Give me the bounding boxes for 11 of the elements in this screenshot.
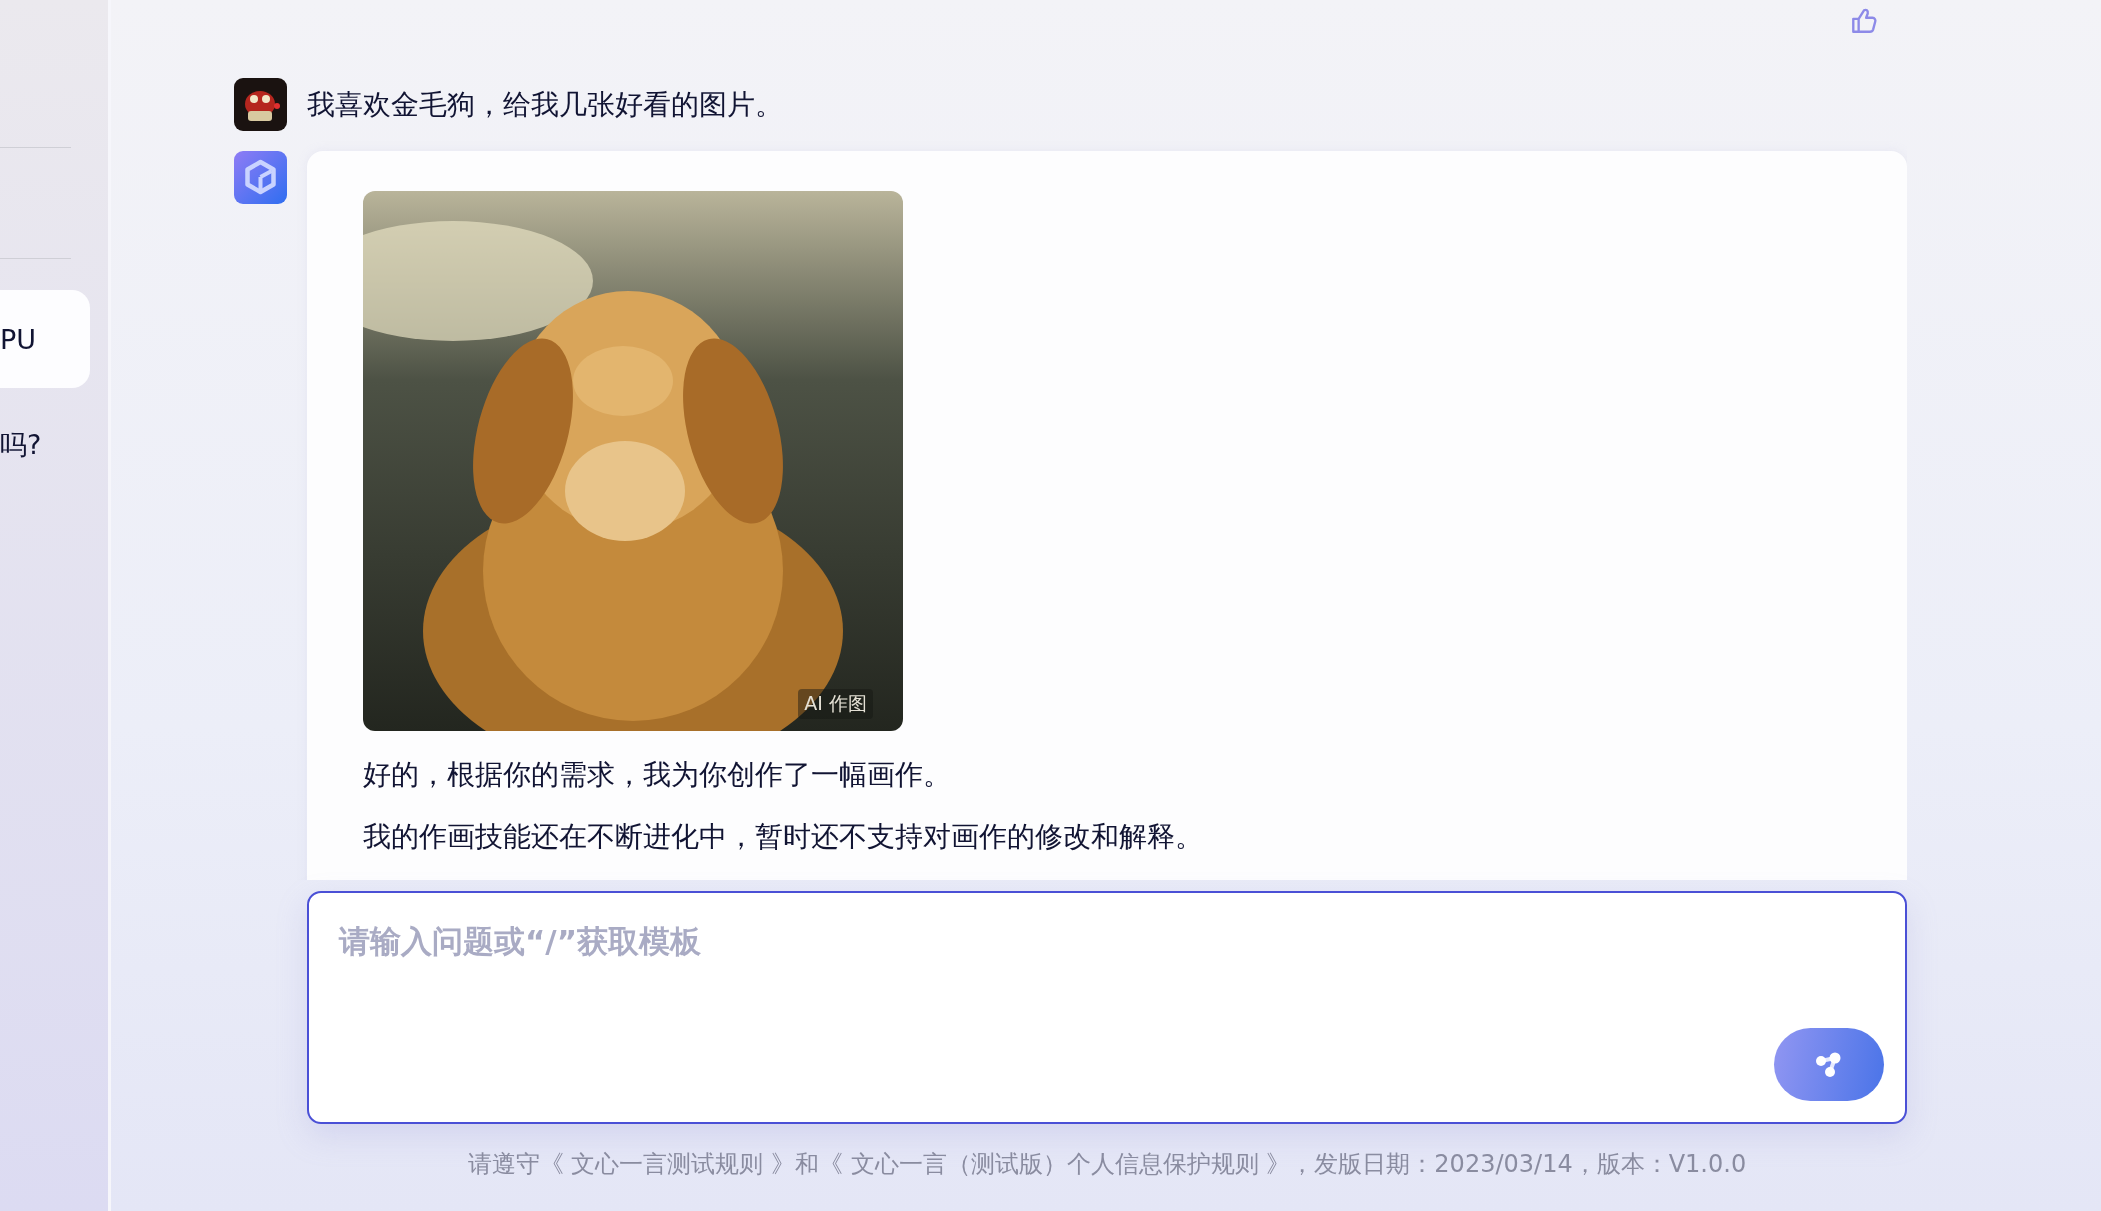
question-input[interactable]: 请输入问题或“/”获取模板 [307, 891, 1907, 1124]
user-message: 我喜欢金毛狗，给我几张好看的图片。 [307, 87, 783, 123]
conversation-item[interactable]: PU [0, 290, 90, 388]
answer-text: 我的作画技能还在不断进化中，暂时还不支持对画作的修改和解释。 [363, 819, 1204, 855]
answer-text: 好的，根据你的需求，我为你创作了一幅画作。 [363, 757, 952, 793]
ai-drawing-label: AI 作图 [798, 689, 873, 719]
footer-notice: 请遵守《 文心一言测试规则 》和《 文心一言（测试版）个人信息保护规则 》，发版日期：2023/03/14，版本：V1.0.0 [466, 1149, 1748, 1180]
bot-avatar [234, 151, 287, 204]
thumbs-up-icon[interactable] [1849, 6, 1879, 36]
user-avatar [234, 78, 287, 131]
conversation-item[interactable]: 吗? [0, 420, 42, 470]
